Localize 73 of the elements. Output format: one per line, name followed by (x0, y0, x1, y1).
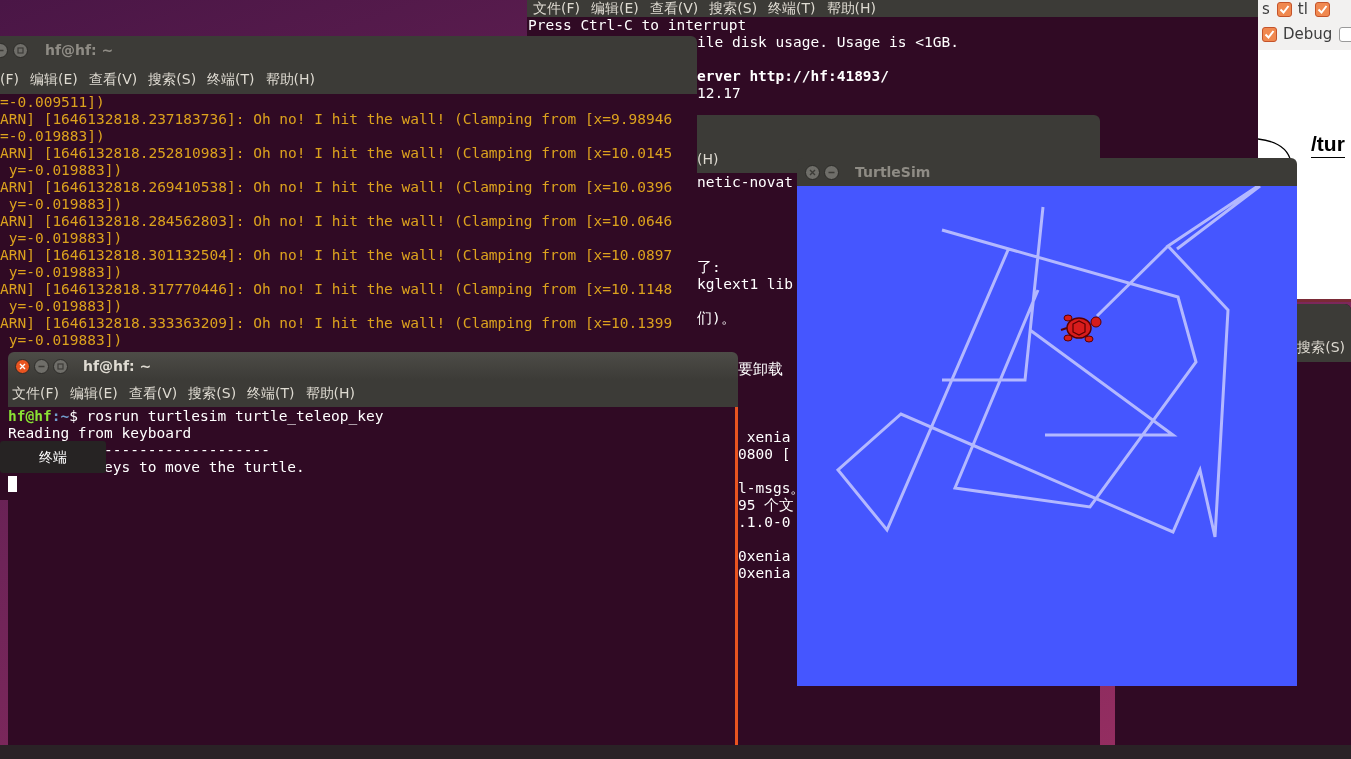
window-title: TurtleSim (855, 162, 931, 182)
terminal-line: ------------------- (104, 442, 270, 459)
check-icon (1264, 28, 1275, 40)
terminal-line: 0xenia (738, 548, 791, 565)
terminal-line: ile disk usage. Usage is <1GB. (697, 34, 959, 51)
terminal-line: y=-0.019883]) (7, 264, 123, 281)
menu-item[interactable]: 帮助(H) (305, 383, 356, 404)
checkbox[interactable] (1339, 26, 1351, 42)
checkbox-label: s (1262, 0, 1270, 20)
terminal-line: 们)。 (697, 310, 736, 327)
check-icon (1316, 3, 1328, 15)
terminal-line: ARN] [1646132818.252810983]: Oh no! I hit the wall! (Clamping from [x=10.0145 (0, 145, 673, 162)
menu-item[interactable]: 编辑(E) (30, 68, 78, 90)
terminal-line: l-msgs。 (738, 480, 806, 497)
terminal-line: kglext1 lib (697, 276, 794, 293)
maximize-icon[interactable] (13, 42, 28, 58)
terminal-line: .1.0-0 (738, 514, 791, 531)
terminal-line: xenia (745, 429, 791, 446)
menu-item[interactable]: 帮助(H) (826, 1, 877, 16)
terminal-line: ARN] [1646132818.284562803]: Oh no! I hit the wall! (Clamping from [x=10.0646 (0, 213, 673, 230)
terminal-line: 0xenia (738, 565, 791, 582)
menu-item[interactable]: 编辑(E) (591, 1, 639, 16)
menu-item[interactable]: 查看(V) (649, 1, 699, 16)
menu-item[interactable]: 编辑(E) (70, 383, 118, 404)
terminal-line: 了: (697, 259, 721, 276)
menu-item[interactable]: 终端(T) (207, 68, 255, 90)
terminal-line: y=-0.019883]) (7, 332, 123, 349)
close-icon[interactable] (15, 358, 30, 374)
node-label: /tur (1311, 130, 1345, 158)
menu-item[interactable]: 查看(V) (128, 383, 178, 404)
checkbox[interactable] (1262, 26, 1277, 42)
terminal-line: y=-0.019883]) (7, 196, 123, 213)
terminal-line: ARN] [1646132818.301132504]: Oh no! I hit the wall! (Clamping from [x=10.0897 (0, 247, 673, 264)
terminal-line: Press Ctrl-C to interrupt (528, 17, 747, 34)
menu-item[interactable]: 终端(T) (768, 1, 816, 16)
terminal-line: Reading from keyboard (8, 425, 192, 442)
minimize-icon[interactable] (824, 164, 839, 180)
terminal-line: y=-0.019883]) (7, 162, 123, 179)
menu-item[interactable]: 搜索(S) (188, 383, 237, 404)
terminal-line: y=-0.019883]) (7, 230, 123, 247)
menu-item[interactable]: 终端(T) (247, 383, 295, 404)
terminal-line: 0800 [ (738, 446, 791, 463)
menu-item[interactable]: 搜索(S) (148, 68, 197, 90)
terminal-line: y=-0.019883]) (7, 298, 123, 315)
terminal-line: =-0.009511]) (0, 94, 105, 111)
terminal-line: 12.17 (697, 85, 741, 102)
command-line: hf@hf:~$ rosrun turtlesim turtle_teleop_key (8, 408, 384, 425)
check-icon (1278, 3, 1290, 15)
menu-item[interactable]: 搜索(S) (709, 1, 758, 16)
menu-item[interactable]: 搜索(S) (1297, 337, 1345, 358)
menu-item[interactable]: 文件(F) (533, 1, 580, 16)
checkbox-label: tl (1297, 0, 1308, 20)
menu-item[interactable]: (H) (697, 149, 719, 170)
checkbox[interactable] (1276, 1, 1292, 17)
tooltip: 终端 (0, 441, 106, 473)
menu-item[interactable]: 查看(V) (88, 68, 138, 90)
window-title: hf@hf: ~ (45, 40, 114, 60)
terminal-line: 要卸载 (738, 361, 783, 378)
menu-item[interactable]: 文件(F) (12, 383, 59, 404)
checkbox[interactable] (1314, 1, 1330, 17)
terminal-line: netic-novat (697, 174, 794, 191)
checkbox-label: Debug (1283, 23, 1333, 45)
terminal-line: ARN] [1646132818.237183736]: Oh no! I hit the wall! (Clamping from [x=9.98946 (0, 111, 673, 128)
terminal-line: erver http://hf:41893/ (697, 68, 890, 85)
terminal-line: ARN] [1646132818.269410538]: Oh no! I hit the wall! (Clamping from [x=10.0396 (0, 179, 673, 196)
terminal-line: 95 个文 (738, 497, 795, 514)
terminal-line: ARN] [1646132818.333363209]: Oh no! I hit the wall! (Clamping from [x=10.1399 (0, 315, 673, 332)
menu-item[interactable]: 帮助(H) (265, 68, 316, 90)
terminal-line: =-0.019883]) (0, 128, 105, 145)
window-title: hf@hf: ~ (83, 356, 152, 376)
menu-item[interactable]: (F) (0, 68, 19, 90)
terminal-line: ARN] [1646132818.317770446]: Oh no! I hit the wall! (Clamping from [x=10.1148 (0, 281, 673, 298)
maximize-icon[interactable] (53, 358, 68, 374)
